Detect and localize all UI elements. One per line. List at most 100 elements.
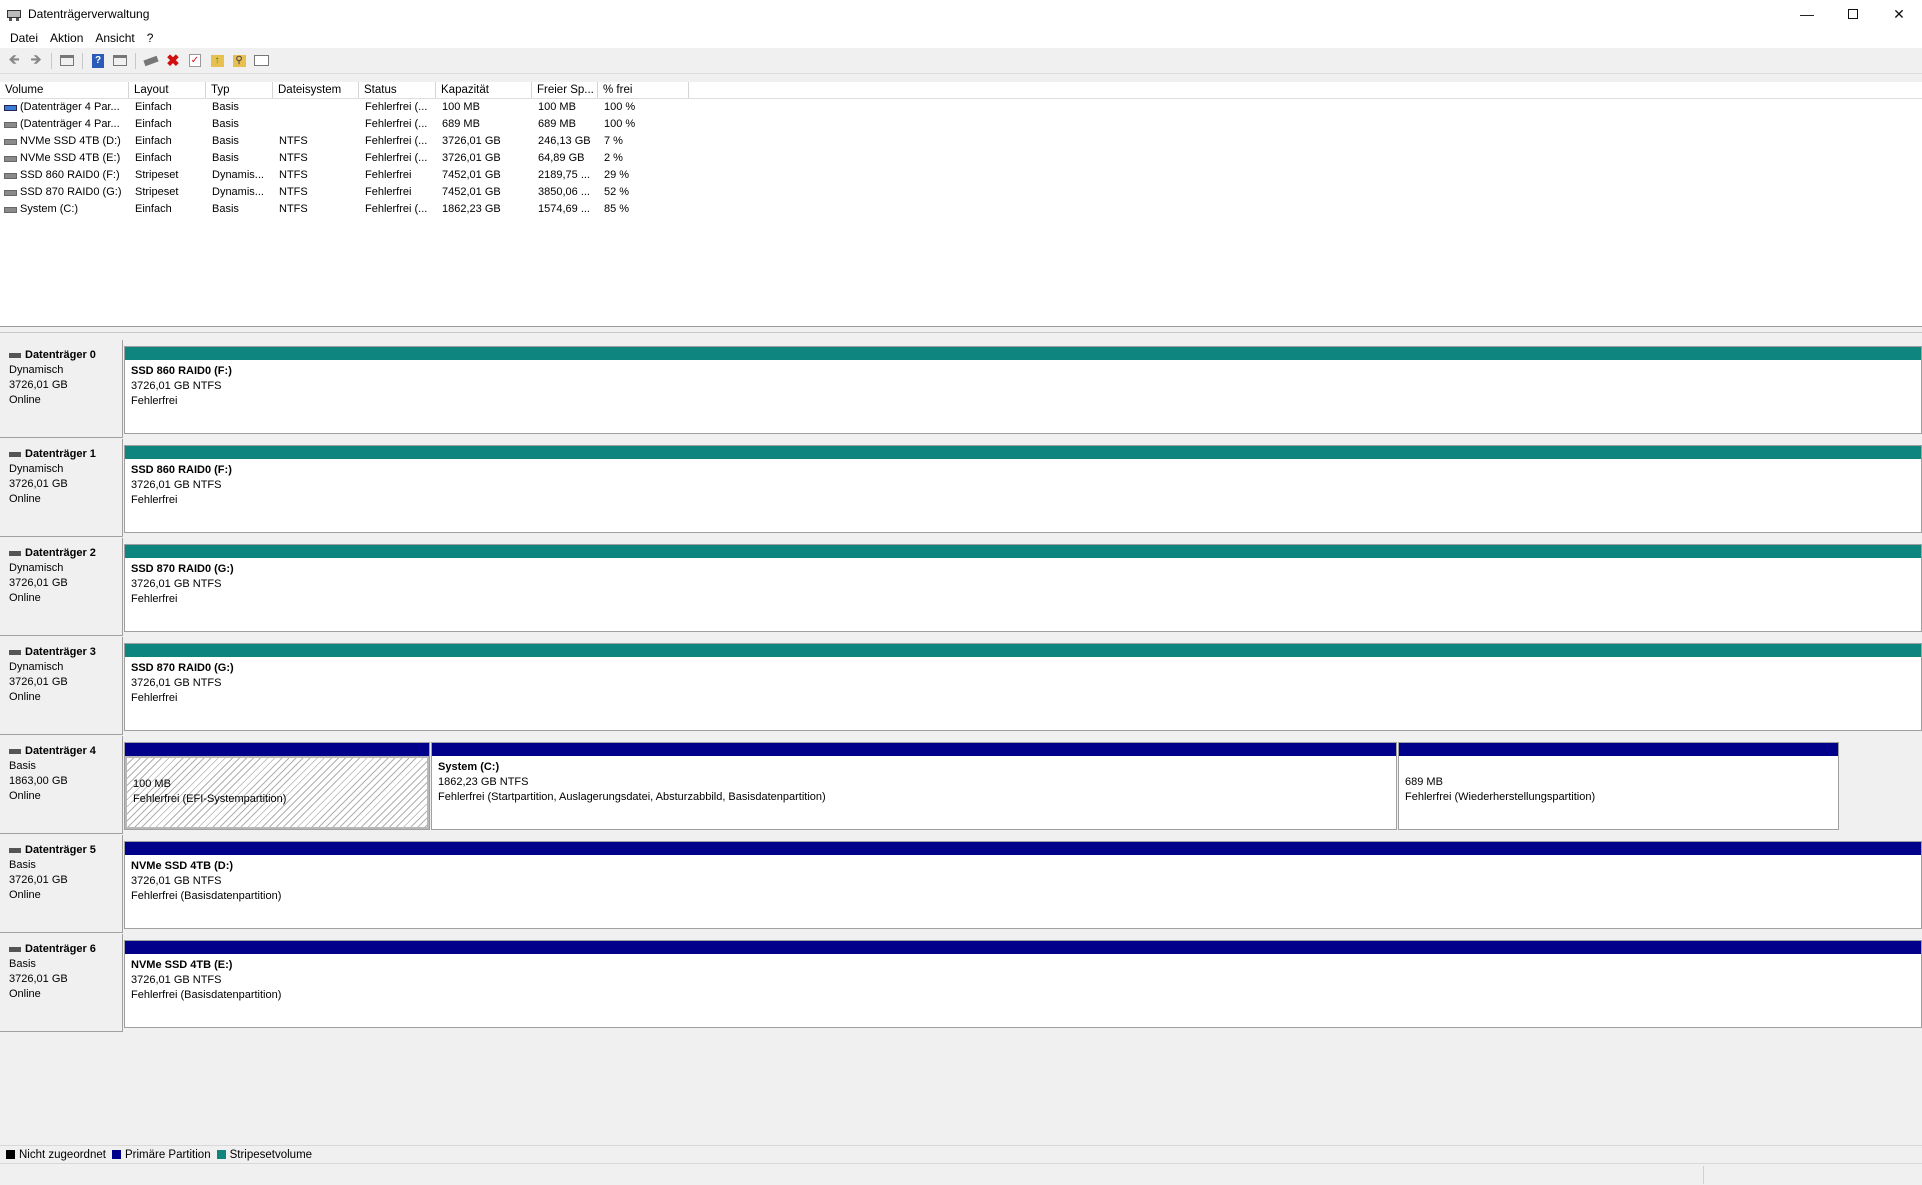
disk-type: Dynamisch <box>9 364 64 376</box>
disk-name: Datenträger 2 <box>9 546 122 561</box>
volume-cell-volume: (Datenträger 4 Par... <box>0 99 129 116</box>
volume-cell-kapazitaet: 7452,01 GB <box>436 167 532 184</box>
disk-row: Datenträger 1 Dynamisch 3726,01 GB Online SS… <box>0 439 1922 537</box>
volume-cell-text: 85 % <box>604 203 630 215</box>
back-arrow-icon[interactable]: 🡸 <box>3 51 25 71</box>
volume-cell-text: Einfach <box>135 135 172 147</box>
connect-disk-icon[interactable] <box>140 51 162 71</box>
properties-icon[interactable] <box>109 51 131 71</box>
partition-block[interactable]: SSD 870 RAID0 (G:) 3726,01 GB NTFS Fehlerf… <box>124 544 1922 632</box>
partition-label: SSD 870 RAID0 (G:) <box>131 662 234 674</box>
volume-cell-text: 100 % <box>604 118 636 130</box>
disk-info[interactable]: Datenträger 6 Basis 3726,01 GB Online <box>0 934 123 1032</box>
folder-up-icon[interactable]: ↑ <box>206 51 228 71</box>
partition-size: 3726,01 GB NTFS <box>131 875 222 887</box>
menu-ansicht[interactable]: Ansicht <box>89 28 140 48</box>
disk-info[interactable]: Datenträger 1 Dynamisch 3726,01 GB Online <box>0 439 123 537</box>
volume-row[interactable]: NVMe SSD 4TB (E:) Einfach Basis NTFS Fehlerf… <box>0 150 1922 167</box>
volume-cell-text: SSD 870 RAID0 (G:) <box>20 186 122 198</box>
volume-cell-text: System (C:) <box>20 203 79 215</box>
column-header-volume[interactable]: Volume <box>0 82 129 98</box>
partition-status: Fehlerfrei (Startpartition, Auslagerungs… <box>438 791 826 803</box>
partition-block[interactable]: System (C:) 1862,23 GB NTFS Fehlerfrei (St… <box>431 742 1397 830</box>
column-header-dateisystem[interactable]: Dateisystem <box>273 82 359 98</box>
volume-row[interactable]: SSD 870 RAID0 (G:) Stripeset Dynamis... NTF… <box>0 184 1922 201</box>
column-header-prozent-frei[interactable]: % frei <box>598 82 689 98</box>
delete-icon[interactable]: ✖ <box>162 51 184 71</box>
close-button[interactable]: ✕ <box>1876 0 1922 28</box>
volume-disk-icon <box>4 206 17 213</box>
check-icon[interactable]: ✓ <box>184 51 206 71</box>
volume-row[interactable]: System (C:) Einfach Basis NTFS Fehlerfrei (.… <box>0 201 1922 218</box>
partition-block[interactable]: 689 MB Fehlerfrei (Wiederherstellungspart… <box>1398 742 1839 830</box>
disk-info[interactable]: Datenträger 2 Dynamisch 3726,01 GB Online <box>0 538 123 636</box>
maximize-button[interactable] <box>1830 0 1876 28</box>
volume-cell-text: 1862,23 GB <box>442 203 501 215</box>
volume-row[interactable]: SSD 860 RAID0 (F:) Stripeset Dynamis... NTF… <box>0 167 1922 184</box>
volume-cell-prozent-frei: 29 % <box>598 167 689 184</box>
menu-help[interactable]: ? <box>141 28 160 48</box>
partition-block[interactable]: NVMe SSD 4TB (E:) 3726,01 GB NTFS Fehlerfr… <box>124 940 1922 1028</box>
partition-details: SSD 860 RAID0 (F:) 3726,01 GB NTFS Fehlerf… <box>125 360 1921 409</box>
console-tree-icon[interactable] <box>56 51 78 71</box>
disk-info[interactable]: Datenträger 0 Dynamisch 3726,01 GB Online <box>0 340 123 438</box>
disk-size: 3726,01 GB <box>9 379 68 391</box>
volume-cell-text: (Datenträger 4 Par... <box>20 118 120 130</box>
volume-cell-text: 7452,01 GB <box>442 186 501 198</box>
partition-size: 3726,01 GB NTFS <box>131 677 222 689</box>
volume-disk-icon <box>4 155 17 162</box>
partition-block[interactable]: SSD 860 RAID0 (F:) 3726,01 GB NTFS Fehlerf… <box>124 346 1922 434</box>
volume-cell-text: SSD 860 RAID0 (F:) <box>20 169 120 181</box>
disk-type: Basis <box>9 760 36 772</box>
column-header-layout[interactable]: Layout <box>129 82 206 98</box>
disk-name-text: Datenträger 5 <box>25 844 96 856</box>
partition-block[interactable]: 100 MB Fehlerfrei (EFI-Systempartition) <box>124 742 430 830</box>
disk-info[interactable]: Datenträger 5 Basis 3726,01 GB Online <box>0 835 123 933</box>
search-icon[interactable]: ⚲ <box>228 51 250 71</box>
volume-cell-text: Basis <box>212 118 239 130</box>
partition-block[interactable]: SSD 870 RAID0 (G:) 3726,01 GB NTFS Fehlerf… <box>124 643 1922 731</box>
volume-cell-typ: Basis <box>206 133 273 150</box>
volume-cell-freier-speicher: 1574,69 ... <box>532 201 598 218</box>
volume-disk-icon <box>4 121 17 128</box>
volume-cell-text: 7452,01 GB <box>442 169 501 181</box>
column-header-kapazitaet[interactable]: Kapazität <box>436 82 532 98</box>
disk-icon <box>9 452 21 457</box>
volume-cell-layout: Einfach <box>129 201 206 218</box>
column-header-typ[interactable]: Typ <box>206 82 273 98</box>
status-bar-cell <box>1703 1166 1922 1184</box>
pane-splitter[interactable] <box>0 326 1922 333</box>
disk-list-icon[interactable] <box>250 51 272 71</box>
menu-aktion[interactable]: Aktion <box>44 28 89 48</box>
partition-color-bar <box>432 743 1396 756</box>
volume-cell-text: Basis <box>212 101 239 113</box>
disk-info[interactable]: Datenträger 3 Dynamisch 3726,01 GB Online <box>0 637 123 735</box>
disk-state: Online <box>9 889 41 901</box>
column-header-freier-speicher[interactable]: Freier Sp... <box>532 82 598 98</box>
help-icon[interactable]: ? <box>87 51 109 71</box>
volume-cell-status: Fehlerfrei (... <box>359 201 436 218</box>
volume-cell-text: NTFS <box>279 135 308 147</box>
disk-name-text: Datenträger 1 <box>25 448 96 460</box>
minimize-button[interactable]: — <box>1784 0 1830 28</box>
volume-row[interactable]: NVMe SSD 4TB (D:) Einfach Basis NTFS Fehlerf… <box>0 133 1922 150</box>
volume-cell-kapazitaet: 3726,01 GB <box>436 150 532 167</box>
column-header-status[interactable]: Status <box>359 82 436 98</box>
disk-info[interactable]: Datenträger 4 Basis 1863,00 GB Online <box>0 736 123 834</box>
volume-row[interactable]: (Datenträger 4 Par... Einfach Basis Fehlerf… <box>0 116 1922 133</box>
partition-status: Fehlerfrei (Basisdatenpartition) <box>131 989 282 1001</box>
volume-cell-prozent-frei: 85 % <box>598 201 689 218</box>
volume-cell-text: Basis <box>212 135 239 147</box>
volume-cell-text: 246,13 GB <box>538 135 591 147</box>
disk-icon <box>9 353 21 358</box>
partition-color-bar <box>125 644 1921 657</box>
volume-row[interactable]: (Datenträger 4 Par... Einfach Basis Fehlerf… <box>0 99 1922 116</box>
forward-arrow-icon[interactable]: 🡺 <box>25 51 47 71</box>
disk-state: Online <box>9 988 41 1000</box>
volume-cell-text: Stripeset <box>135 186 179 198</box>
menu-datei[interactable]: Datei <box>4 28 44 48</box>
volume-cell-text: NTFS <box>279 169 308 181</box>
partition-block[interactable]: NVMe SSD 4TB (D:) 3726,01 GB NTFS Fehlerfr… <box>124 841 1922 929</box>
partition-block[interactable]: SSD 860 RAID0 (F:) 3726,01 GB NTFS Fehlerf… <box>124 445 1922 533</box>
legend-primary-partition: Primäre Partition <box>111 1149 211 1161</box>
